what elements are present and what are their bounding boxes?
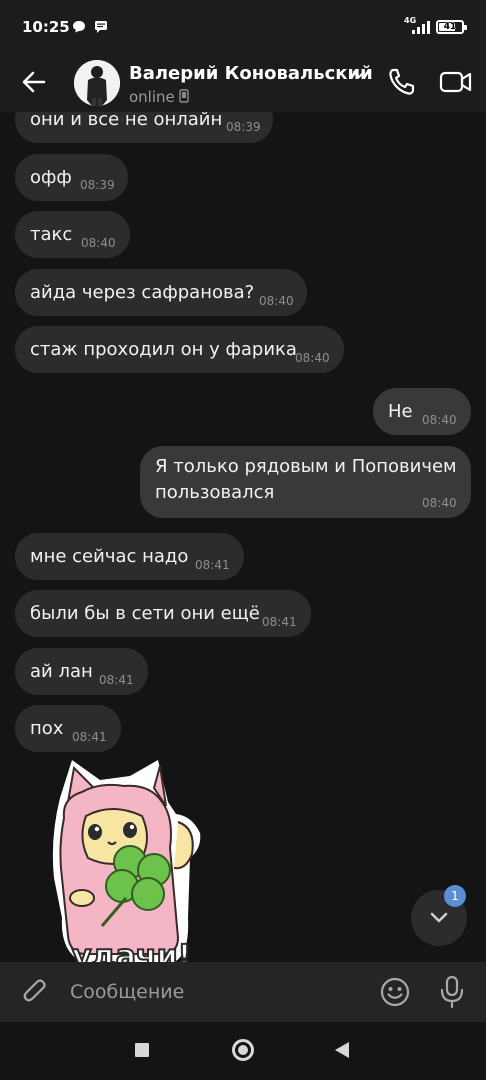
message-time: 08:40 xyxy=(259,294,294,308)
message-time: 08:40 xyxy=(422,413,457,427)
message-notification-icon xyxy=(95,21,107,33)
home-icon[interactable] xyxy=(232,1039,254,1061)
sticker-caption: удачи! xyxy=(72,939,191,962)
message-text: айда через сафранова? xyxy=(30,282,255,303)
message-bubble[interactable]: айда через сафранова? 08:40 xyxy=(15,269,307,316)
recent-apps-icon[interactable] xyxy=(135,1043,149,1057)
message-time: 08:41 xyxy=(72,730,107,744)
message-list[interactable]: они и все не онлайн 08:39 офф 08:39 такс… xyxy=(0,112,486,962)
llama-sticker[interactable]: удачи! xyxy=(50,758,206,962)
chat-header: Валерий Коновальский online xyxy=(0,52,486,112)
chat-notification-icon xyxy=(73,21,85,33)
message-text: они и все не онлайн xyxy=(30,112,223,130)
message-text: Я только рядовым и Поповичем пользовался xyxy=(155,456,457,503)
message-bubble[interactable]: Не 08:40 xyxy=(373,388,471,435)
message-time: 08:40 xyxy=(81,236,116,250)
message-bubble[interactable]: пох 08:41 xyxy=(15,705,121,752)
avatar[interactable] xyxy=(74,60,120,106)
microphone-icon[interactable] xyxy=(438,975,466,1009)
phone-call-icon[interactable] xyxy=(384,64,420,100)
person-silhouette-icon xyxy=(74,60,120,106)
nav-back-icon[interactable] xyxy=(334,1041,350,1059)
paperclip-icon[interactable] xyxy=(20,977,50,1007)
battery-level: 41 xyxy=(443,22,457,32)
status-time: 10:25 xyxy=(22,18,70,36)
back-arrow-icon[interactable] xyxy=(20,68,48,96)
chevron-down-icon xyxy=(430,912,448,923)
status-bar: 10:25 4G 41 xyxy=(0,0,486,52)
message-bubble[interactable]: ай лан 08:41 xyxy=(15,648,148,695)
unread-count-badge: 1 xyxy=(444,885,466,907)
message-bubble[interactable]: были бы в сети они ещё 08:41 xyxy=(15,590,311,637)
message-bubble[interactable]: стаж проходил он у фарика 08:40 xyxy=(15,326,344,373)
message-text: пох xyxy=(30,718,64,739)
message-text: мне сейчас надо xyxy=(30,546,189,567)
contact-name[interactable]: Валерий Коновальский xyxy=(129,63,373,84)
message-text: такс xyxy=(30,224,73,245)
message-bubble[interactable]: такс 08:40 xyxy=(15,211,130,258)
message-text: ай лан xyxy=(30,661,93,682)
message-time: 08:40 xyxy=(295,351,330,365)
message-text: стаж проходил он у фарика xyxy=(30,339,297,360)
mobile-phone-icon xyxy=(179,89,189,103)
emoji-icon[interactable] xyxy=(379,976,411,1008)
message-text: были бы в сети они ещё xyxy=(30,603,260,624)
message-bubble[interactable]: они и все не онлайн 08:39 xyxy=(15,112,273,143)
message-time: 08:39 xyxy=(226,120,261,134)
message-input[interactable] xyxy=(70,976,360,1008)
message-time: 08:39 xyxy=(80,178,115,192)
message-bubble[interactable]: мне сейчас надо 08:41 xyxy=(15,533,244,580)
signal-icon xyxy=(412,21,430,34)
message-bubble[interactable]: Я только рядовым и Поповичем пользовался… xyxy=(140,446,471,518)
message-time: 08:41 xyxy=(195,558,230,572)
message-time: 08:41 xyxy=(99,673,134,687)
video-camera-icon[interactable] xyxy=(438,64,474,100)
message-composer xyxy=(0,962,486,1022)
message-time: 08:40 xyxy=(422,496,457,510)
online-status: online xyxy=(129,88,175,106)
chevron-down-icon[interactable] xyxy=(352,67,366,81)
message-bubble[interactable]: офф 08:39 xyxy=(15,154,128,201)
message-time: 08:41 xyxy=(262,615,297,629)
message-text: Не xyxy=(388,401,413,422)
message-text: офф xyxy=(30,167,72,188)
system-navigation-bar xyxy=(0,1022,486,1080)
battery-icon: 41 xyxy=(436,20,467,34)
